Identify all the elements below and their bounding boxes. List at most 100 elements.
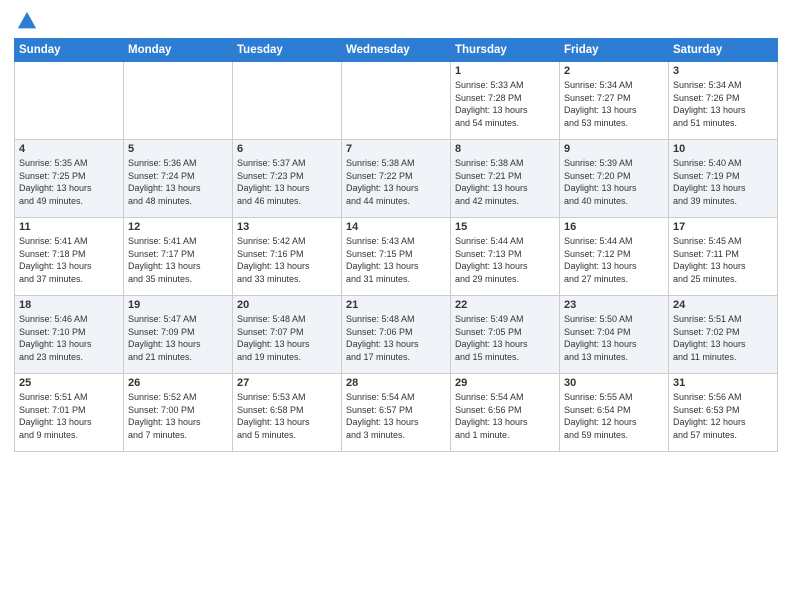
day-number: 30 xyxy=(564,377,664,389)
day-number: 16 xyxy=(564,221,664,233)
day-number: 8 xyxy=(455,143,555,155)
day-number: 21 xyxy=(346,299,446,311)
day-number: 2 xyxy=(564,65,664,77)
day-info: Sunrise: 5:47 AM Sunset: 7:09 PM Dayligh… xyxy=(128,313,228,363)
logo-icon xyxy=(16,10,38,32)
day-info: Sunrise: 5:56 AM Sunset: 6:53 PM Dayligh… xyxy=(673,391,773,441)
day-info: Sunrise: 5:37 AM Sunset: 7:23 PM Dayligh… xyxy=(237,157,337,207)
day-info: Sunrise: 5:34 AM Sunset: 7:26 PM Dayligh… xyxy=(673,79,773,129)
day-info: Sunrise: 5:44 AM Sunset: 7:12 PM Dayligh… xyxy=(564,235,664,285)
day-info: Sunrise: 5:55 AM Sunset: 6:54 PM Dayligh… xyxy=(564,391,664,441)
calendar-cell xyxy=(15,62,124,140)
weekday-header: Wednesday xyxy=(342,39,451,62)
day-number: 15 xyxy=(455,221,555,233)
weekday-header: Thursday xyxy=(451,39,560,62)
day-info: Sunrise: 5:43 AM Sunset: 7:15 PM Dayligh… xyxy=(346,235,446,285)
logo xyxy=(14,10,38,32)
weekday-header: Monday xyxy=(124,39,233,62)
calendar-cell: 10 Sunrise: 5:40 AM Sunset: 7:19 PM Dayli… xyxy=(669,140,778,218)
day-info: Sunrise: 5:46 AM Sunset: 7:10 PM Dayligh… xyxy=(19,313,119,363)
day-info: Sunrise: 5:48 AM Sunset: 7:07 PM Dayligh… xyxy=(237,313,337,363)
day-info: Sunrise: 5:54 AM Sunset: 6:57 PM Dayligh… xyxy=(346,391,446,441)
calendar-cell: 22 Sunrise: 5:49 AM Sunset: 7:05 PM Dayli… xyxy=(451,296,560,374)
calendar-cell: 31Sunrise: 5:56 AM Sunset: 6:53 PM Dayli… xyxy=(669,374,778,452)
weekday-header: Sunday xyxy=(15,39,124,62)
calendar-week-row: 18 Sunrise: 5:46 AM Sunset: 7:10 PM Dayli… xyxy=(15,296,778,374)
calendar-cell: 27 Sunrise: 5:53 AM Sunset: 6:58 PM Dayli… xyxy=(233,374,342,452)
calendar-cell: 17Sunrise: 5:45 AM Sunset: 7:11 PM Dayli… xyxy=(669,218,778,296)
day-info: Sunrise: 5:51 AM Sunset: 7:02 PM Dayligh… xyxy=(673,313,773,363)
weekday-header-row: SundayMondayTuesdayWednesdayThursdayFrid… xyxy=(15,39,778,62)
calendar-cell: 28 Sunrise: 5:54 AM Sunset: 6:57 PM Dayli… xyxy=(342,374,451,452)
calendar-week-row: 25 Sunrise: 5:51 AM Sunset: 7:01 PM Dayli… xyxy=(15,374,778,452)
calendar-cell: 6 Sunrise: 5:37 AM Sunset: 7:23 PM Daylig… xyxy=(233,140,342,218)
day-info: Sunrise: 5:41 AM Sunset: 7:18 PM Dayligh… xyxy=(19,235,119,285)
calendar-cell: 3 Sunrise: 5:34 AM Sunset: 7:26 PM Daylig… xyxy=(669,62,778,140)
calendar-cell: 18 Sunrise: 5:46 AM Sunset: 7:10 PM Dayli… xyxy=(15,296,124,374)
day-number: 18 xyxy=(19,299,119,311)
day-number: 5 xyxy=(128,143,228,155)
weekday-header: Tuesday xyxy=(233,39,342,62)
day-info: Sunrise: 5:45 AM Sunset: 7:11 PM Dayligh… xyxy=(673,235,773,285)
day-info: Sunrise: 5:48 AM Sunset: 7:06 PM Dayligh… xyxy=(346,313,446,363)
calendar-cell: 16 Sunrise: 5:44 AM Sunset: 7:12 PM Dayli… xyxy=(560,218,669,296)
day-info: Sunrise: 5:33 AM Sunset: 7:28 PM Dayligh… xyxy=(455,79,555,129)
day-info: Sunrise: 5:34 AM Sunset: 7:27 PM Dayligh… xyxy=(564,79,664,129)
calendar-cell: 23 Sunrise: 5:50 AM Sunset: 7:04 PM Dayli… xyxy=(560,296,669,374)
calendar-cell: 20Sunrise: 5:48 AM Sunset: 7:07 PM Dayli… xyxy=(233,296,342,374)
calendar-table: SundayMondayTuesdayWednesdayThursdayFrid… xyxy=(14,38,778,452)
calendar-cell: 13 Sunrise: 5:42 AM Sunset: 7:16 PM Dayli… xyxy=(233,218,342,296)
day-info: Sunrise: 5:54 AM Sunset: 6:56 PM Dayligh… xyxy=(455,391,555,441)
day-number: 22 xyxy=(455,299,555,311)
day-info: Sunrise: 5:52 AM Sunset: 7:00 PM Dayligh… xyxy=(128,391,228,441)
day-number: 4 xyxy=(19,143,119,155)
day-number: 10 xyxy=(673,143,773,155)
day-info: Sunrise: 5:38 AM Sunset: 7:22 PM Dayligh… xyxy=(346,157,446,207)
day-info: Sunrise: 5:49 AM Sunset: 7:05 PM Dayligh… xyxy=(455,313,555,363)
day-info: Sunrise: 5:44 AM Sunset: 7:13 PM Dayligh… xyxy=(455,235,555,285)
day-number: 3 xyxy=(673,65,773,77)
calendar-cell: 19 Sunrise: 5:47 AM Sunset: 7:09 PM Dayli… xyxy=(124,296,233,374)
weekday-header: Friday xyxy=(560,39,669,62)
day-info: Sunrise: 5:40 AM Sunset: 7:19 PM Dayligh… xyxy=(673,157,773,207)
calendar-cell: 25 Sunrise: 5:51 AM Sunset: 7:01 PM Dayli… xyxy=(15,374,124,452)
day-number: 12 xyxy=(128,221,228,233)
day-number: 19 xyxy=(128,299,228,311)
day-info: Sunrise: 5:36 AM Sunset: 7:24 PM Dayligh… xyxy=(128,157,228,207)
calendar-cell xyxy=(233,62,342,140)
day-number: 6 xyxy=(237,143,337,155)
day-number: 27 xyxy=(237,377,337,389)
day-info: Sunrise: 5:50 AM Sunset: 7:04 PM Dayligh… xyxy=(564,313,664,363)
day-number: 24 xyxy=(673,299,773,311)
day-number: 29 xyxy=(455,377,555,389)
day-number: 23 xyxy=(564,299,664,311)
weekday-header: Saturday xyxy=(669,39,778,62)
calendar-cell: 29 Sunrise: 5:54 AM Sunset: 6:56 PM Dayli… xyxy=(451,374,560,452)
calendar-cell: 2 Sunrise: 5:34 AM Sunset: 7:27 PM Daylig… xyxy=(560,62,669,140)
calendar-week-row: 4 Sunrise: 5:35 AM Sunset: 7:25 PM Daylig… xyxy=(15,140,778,218)
day-number: 1 xyxy=(455,65,555,77)
day-info: Sunrise: 5:51 AM Sunset: 7:01 PM Dayligh… xyxy=(19,391,119,441)
day-number: 13 xyxy=(237,221,337,233)
calendar-cell: 9Sunrise: 5:39 AM Sunset: 7:20 PM Daylig… xyxy=(560,140,669,218)
day-info: Sunrise: 5:35 AM Sunset: 7:25 PM Dayligh… xyxy=(19,157,119,207)
calendar-cell xyxy=(124,62,233,140)
day-info: Sunrise: 5:42 AM Sunset: 7:16 PM Dayligh… xyxy=(237,235,337,285)
calendar-cell: 4 Sunrise: 5:35 AM Sunset: 7:25 PM Daylig… xyxy=(15,140,124,218)
calendar-cell: 30 Sunrise: 5:55 AM Sunset: 6:54 PM Dayli… xyxy=(560,374,669,452)
calendar-cell: 5 Sunrise: 5:36 AM Sunset: 7:24 PM Daylig… xyxy=(124,140,233,218)
day-number: 26 xyxy=(128,377,228,389)
calendar-cell: 14Sunrise: 5:43 AM Sunset: 7:15 PM Dayli… xyxy=(342,218,451,296)
day-number: 28 xyxy=(346,377,446,389)
day-info: Sunrise: 5:53 AM Sunset: 6:58 PM Dayligh… xyxy=(237,391,337,441)
calendar-cell xyxy=(342,62,451,140)
calendar-cell: 7 Sunrise: 5:38 AM Sunset: 7:22 PM Daylig… xyxy=(342,140,451,218)
day-number: 25 xyxy=(19,377,119,389)
calendar-cell: 26 Sunrise: 5:52 AM Sunset: 7:00 PM Dayli… xyxy=(124,374,233,452)
header xyxy=(14,10,778,32)
calendar-cell: 12 Sunrise: 5:41 AM Sunset: 7:17 PM Dayli… xyxy=(124,218,233,296)
calendar-week-row: 11Sunrise: 5:41 AM Sunset: 7:18 PM Dayli… xyxy=(15,218,778,296)
day-number: 9 xyxy=(564,143,664,155)
day-info: Sunrise: 5:41 AM Sunset: 7:17 PM Dayligh… xyxy=(128,235,228,285)
day-number: 7 xyxy=(346,143,446,155)
